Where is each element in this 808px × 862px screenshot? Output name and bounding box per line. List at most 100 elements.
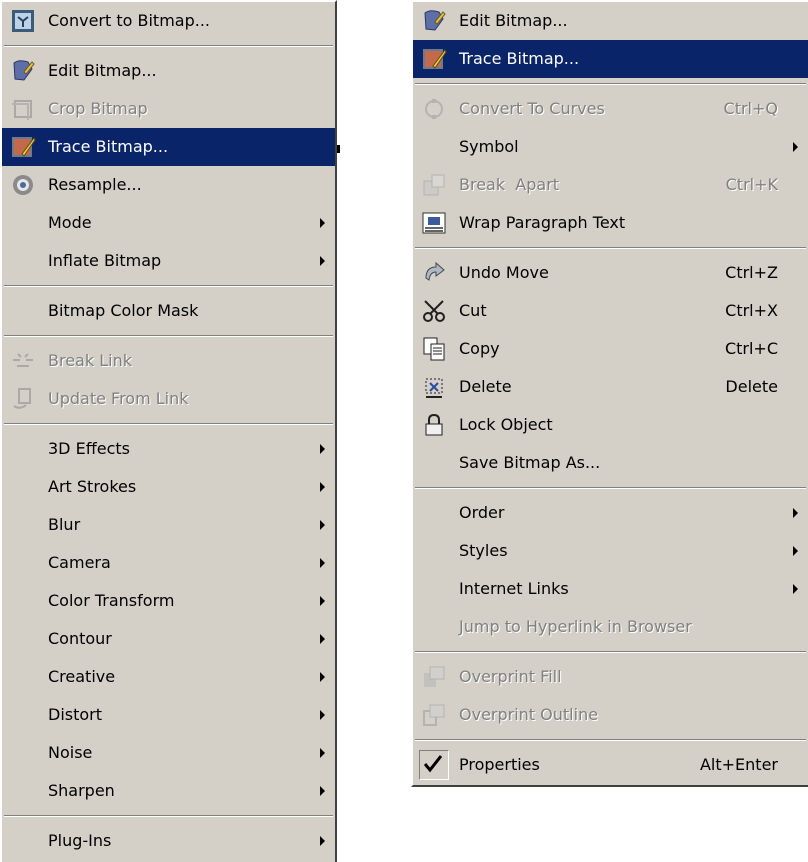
menu-item-art-strokes[interactable]: Art Strokes bbox=[2, 468, 335, 506]
menu-item-label: Update From Link bbox=[48, 389, 189, 408]
menu-item-shortcut: Ctrl+Q bbox=[723, 99, 778, 118]
menu-item-order[interactable]: Order bbox=[413, 494, 808, 532]
menu-item-sharpen[interactable]: Sharpen bbox=[2, 772, 335, 810]
menu-item-break-link: Break Link bbox=[2, 342, 335, 380]
menu-item-mode[interactable]: Mode bbox=[2, 204, 335, 242]
menu-item-undo-move[interactable]: Undo Move Ctrl+Z bbox=[413, 254, 808, 292]
menu-item-break-apart: Break Apart Ctrl+K bbox=[413, 166, 808, 204]
menu-item-save-bitmap-as[interactable]: Save Bitmap As... bbox=[413, 444, 808, 482]
menu-item-label: Symbol bbox=[459, 137, 519, 156]
menu-item-convert-to-bitmap[interactable]: Convert to Bitmap... bbox=[2, 2, 335, 40]
menu-item-shortcut: Ctrl+K bbox=[725, 175, 778, 194]
menu-item-properties[interactable]: Properties Alt+Enter bbox=[413, 746, 808, 784]
break-link-icon bbox=[10, 348, 36, 374]
menu-item-contour[interactable]: Contour bbox=[2, 620, 335, 658]
menu-item-label: Overprint Fill bbox=[459, 667, 562, 686]
menu-item-label: Break Link bbox=[48, 351, 132, 370]
menu-item-3d-effects[interactable]: 3D Effects bbox=[2, 430, 335, 468]
submenu-arrow-icon bbox=[793, 546, 798, 556]
menu-item-color-transform[interactable]: Color Transform bbox=[2, 582, 335, 620]
menu-item-label: 3D Effects bbox=[48, 439, 130, 458]
menu-item-label: Delete bbox=[459, 377, 512, 396]
cursor-edge-mark bbox=[337, 145, 340, 153]
menu-item-label: Trace Bitmap... bbox=[459, 49, 580, 68]
edit-bitmap-icon bbox=[10, 58, 36, 84]
menu-item-trace-bitmap[interactable]: Trace Bitmap... bbox=[413, 40, 808, 78]
menu-item-shortcut: Delete bbox=[725, 377, 778, 396]
menu-item-blur[interactable]: Blur bbox=[2, 506, 335, 544]
menu-item-label: Camera bbox=[48, 553, 111, 572]
menu-item-label: Edit Bitmap... bbox=[459, 11, 568, 30]
submenu-arrow-icon bbox=[320, 748, 325, 758]
menu-item-label: Break Apart bbox=[459, 175, 560, 194]
menu-item-edit-bitmap[interactable]: Edit Bitmap... bbox=[2, 52, 335, 90]
menu-item-delete[interactable]: Delete Delete bbox=[413, 368, 808, 406]
undo-icon bbox=[421, 260, 447, 286]
menu-item-plug-ins[interactable]: Plug-Ins bbox=[2, 822, 335, 860]
menu-item-label: Mode bbox=[48, 213, 92, 232]
submenu-arrow-icon bbox=[320, 558, 325, 568]
submenu-arrow-icon bbox=[320, 218, 325, 228]
menu-item-edit-bitmap[interactable]: Edit Bitmap... bbox=[413, 2, 808, 40]
overprint-outline-icon bbox=[421, 702, 447, 728]
overprint-fill-icon bbox=[421, 664, 447, 690]
convert-bitmap-icon bbox=[10, 8, 36, 34]
menu-item-shortcut: Ctrl+C bbox=[724, 339, 778, 358]
copy-icon bbox=[421, 336, 447, 362]
menu-item-inflate-bitmap[interactable]: Inflate Bitmap bbox=[2, 242, 335, 280]
menu-item-copy[interactable]: Copy Ctrl+C bbox=[413, 330, 808, 368]
menu-item-wrap-paragraph-text[interactable]: Wrap Paragraph Text bbox=[413, 204, 808, 242]
menu-separator bbox=[2, 418, 335, 430]
delete-icon bbox=[421, 374, 447, 400]
left-context-menu: Convert to Bitmap... Edit Bitmap... Crop B… bbox=[0, 0, 337, 862]
menu-separator bbox=[2, 40, 335, 52]
menu-item-bitmap-color-mask[interactable]: Bitmap Color Mask bbox=[2, 292, 335, 330]
submenu-arrow-icon bbox=[320, 482, 325, 492]
menu-item-label: Creative bbox=[48, 667, 116, 686]
menu-item-shortcut: Ctrl+X bbox=[725, 301, 778, 320]
right-context-menu: Edit Bitmap... Trace Bitmap... Convert To … bbox=[411, 0, 808, 787]
menu-item-distort[interactable]: Distort bbox=[2, 696, 335, 734]
menu-item-camera[interactable]: Camera bbox=[2, 544, 335, 582]
menu-item-label: Copy bbox=[459, 339, 500, 358]
break-apart-icon bbox=[421, 172, 447, 198]
edit-bitmap-icon bbox=[421, 8, 447, 34]
menu-item-noise[interactable]: Noise bbox=[2, 734, 335, 772]
submenu-arrow-icon bbox=[320, 634, 325, 644]
menu-item-label: Styles bbox=[459, 541, 508, 560]
menu-item-label: Blur bbox=[48, 515, 81, 534]
menu-item-label: Noise bbox=[48, 743, 93, 762]
menu-item-lock-object[interactable]: Lock Object bbox=[413, 406, 808, 444]
menu-separator bbox=[2, 280, 335, 292]
menu-item-styles[interactable]: Styles bbox=[413, 532, 808, 570]
menu-item-trace-bitmap[interactable]: Trace Bitmap... bbox=[2, 128, 335, 166]
submenu-arrow-icon bbox=[320, 836, 325, 846]
menu-item-creative[interactable]: Creative bbox=[2, 658, 335, 696]
menu-item-label: Internet Links bbox=[459, 579, 569, 598]
menu-item-label: Color Transform bbox=[48, 591, 175, 610]
menu-item-resample[interactable]: Resample... bbox=[2, 166, 335, 204]
menu-item-overprint-fill: Overprint Fill bbox=[413, 658, 808, 696]
trace-bitmap-icon bbox=[10, 134, 36, 160]
menu-separator bbox=[413, 646, 808, 658]
menu-item-label: Overprint Outline bbox=[459, 705, 599, 724]
menu-item-symbol[interactable]: Symbol bbox=[413, 128, 808, 166]
lock-icon bbox=[421, 412, 447, 438]
menu-item-cut[interactable]: Cut Ctrl+X bbox=[413, 292, 808, 330]
menu-item-overprint-outline: Overprint Outline bbox=[413, 696, 808, 734]
menu-item-label: Trace Bitmap... bbox=[48, 137, 169, 156]
submenu-arrow-icon bbox=[320, 520, 325, 530]
menu-item-convert-to-curves: Convert To Curves Ctrl+Q bbox=[413, 90, 808, 128]
menu-item-label: Properties bbox=[459, 755, 540, 774]
submenu-arrow-icon bbox=[320, 256, 325, 266]
menu-item-label: Order bbox=[459, 503, 505, 522]
menu-item-label: Distort bbox=[48, 705, 103, 724]
menu-item-jump-to-hyperlink-in-browser: Jump to Hyperlink in Browser bbox=[413, 608, 808, 646]
menu-item-label: Save Bitmap As... bbox=[459, 453, 601, 472]
menu-item-label: Jump to Hyperlink in Browser bbox=[459, 617, 692, 636]
update-link-icon bbox=[10, 386, 36, 412]
submenu-arrow-icon bbox=[320, 786, 325, 796]
menu-item-internet-links[interactable]: Internet Links bbox=[413, 570, 808, 608]
menu-item-label: Edit Bitmap... bbox=[48, 61, 157, 80]
menu-item-label: Wrap Paragraph Text bbox=[459, 213, 626, 232]
